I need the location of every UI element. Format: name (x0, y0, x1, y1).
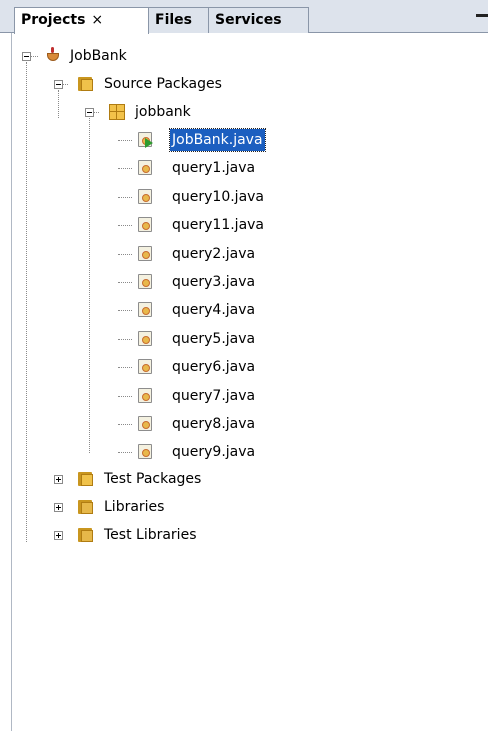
tree-node-label: query10.java (172, 189, 265, 205)
panel-border (11, 33, 12, 731)
minimize-icon[interactable] (476, 14, 488, 17)
tree-guide-line (118, 225, 132, 226)
tree-node-label: query5.java (172, 331, 256, 347)
java-file-icon (138, 246, 152, 261)
tree-node-label: query7.java (172, 388, 256, 404)
tree-node-label: Test Libraries (104, 527, 197, 543)
tree-node-file[interactable]: query5.java (14, 328, 474, 350)
library-folder-icon (78, 500, 94, 514)
expand-toggle-icon[interactable] (54, 503, 63, 512)
tree-node-label: Source Packages (104, 76, 222, 92)
tab-files[interactable]: Files (148, 7, 209, 33)
java-file-icon (138, 302, 152, 317)
coffee-cup-icon (46, 47, 62, 63)
tree-node-file[interactable]: query4.java (14, 299, 474, 321)
tree-node-test-packages[interactable]: Test Packages (14, 468, 474, 490)
java-main-file-icon (138, 132, 153, 148)
tree-node-file[interactable]: query8.java (14, 413, 474, 435)
tree-node-label: Test Packages (104, 471, 202, 487)
java-file-icon (138, 444, 152, 459)
java-file-icon (138, 416, 152, 431)
tree-node-file[interactable]: query10.java (14, 186, 474, 208)
tree-guide-line (118, 367, 132, 368)
tree-node-label: JobBank.java (169, 128, 266, 152)
tree-node-project[interactable]: JobBank (14, 45, 474, 67)
tree-guide-line (118, 452, 132, 453)
library-folder-icon (78, 528, 94, 542)
java-file-icon (138, 331, 152, 346)
java-file-icon (138, 359, 152, 374)
tree-guide-line (118, 396, 132, 397)
tree-node-file[interactable]: query9.java (14, 441, 474, 463)
tree-guide-line (118, 254, 132, 255)
tree-node-label: query2.java (172, 246, 256, 262)
tree-node-label: query6.java (172, 359, 256, 375)
folder-icon (78, 472, 94, 486)
tree-node-test-libraries[interactable]: Test Libraries (14, 524, 474, 546)
tab-projects-label: Projects (21, 12, 86, 28)
tree-guide-line (118, 282, 132, 283)
collapse-toggle-icon[interactable] (54, 80, 63, 89)
java-file-icon (138, 388, 152, 403)
tree-node-file[interactable]: query2.java (14, 243, 474, 265)
tree-guide-line (118, 197, 132, 198)
tree-node-label: query3.java (172, 274, 256, 290)
tree-node-file[interactable]: query11.java (14, 214, 474, 236)
tree-node-label: jobbank (135, 104, 191, 120)
tree-node-label: JobBank (70, 48, 127, 64)
tree-node-label: Libraries (104, 499, 165, 515)
folder-icon (78, 77, 94, 91)
tree-node-label: query9.java (172, 444, 256, 460)
tree-guide-line (118, 168, 132, 169)
tree-node-label: query1.java (172, 160, 256, 176)
java-file-icon (138, 274, 152, 289)
collapse-toggle-icon[interactable] (85, 108, 94, 117)
tree-guide-line (118, 140, 132, 141)
tree-guide-line (118, 424, 132, 425)
tree-node-file[interactable]: JobBank.java (14, 128, 474, 152)
tree-node-label: query11.java (172, 217, 265, 233)
java-file-icon (138, 160, 152, 175)
tree-guide-line (118, 339, 132, 340)
tab-services-label: Services (215, 12, 282, 28)
collapse-toggle-icon[interactable] (22, 52, 31, 61)
tree-node-source-packages[interactable]: Source Packages (14, 73, 474, 95)
package-icon (109, 104, 125, 120)
tree-node-file[interactable]: query7.java (14, 385, 474, 407)
tree-node-label: query8.java (172, 416, 256, 432)
expand-toggle-icon[interactable] (54, 531, 63, 540)
panel-tab-bar: Projects × Files Services (0, 0, 488, 34)
java-file-icon (138, 217, 152, 232)
tree-node-file[interactable]: query1.java (14, 157, 474, 179)
tab-services[interactable]: Services (208, 7, 309, 33)
tab-files-label: Files (155, 12, 192, 28)
tree-node-file[interactable]: query6.java (14, 356, 474, 378)
tab-close-icon[interactable]: × (91, 12, 103, 28)
tree-node-label: query4.java (172, 302, 256, 318)
java-file-icon (138, 189, 152, 204)
tab-projects[interactable]: Projects × (14, 7, 149, 34)
expand-toggle-icon[interactable] (54, 475, 63, 484)
tree-node-libraries[interactable]: Libraries (14, 496, 474, 518)
tree-node-package[interactable]: jobbank (14, 101, 474, 123)
tree-node-file[interactable]: query3.java (14, 271, 474, 293)
tree-guide-line (118, 310, 132, 311)
